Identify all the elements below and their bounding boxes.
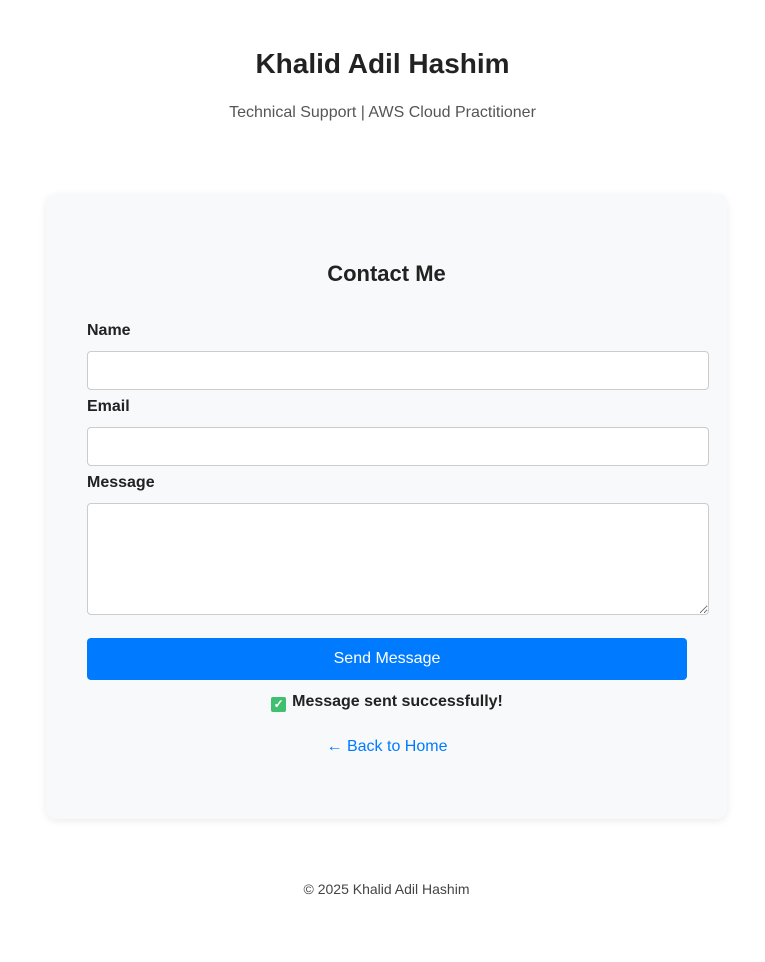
status-message: ✓ Message sent successfully! (87, 693, 687, 712)
page-title: Khalid Adil Hashim (255, 48, 510, 79)
check-mark-icon: ✓ (271, 697, 287, 712)
email-label: Email (87, 398, 130, 415)
email-input[interactable] (87, 427, 709, 466)
status-text: Message sent successfully! (292, 693, 503, 710)
name-input[interactable] (87, 351, 709, 390)
footer-copyright: © 2025 Khalid Adil Hashim (303, 881, 470, 897)
message-textarea[interactable] (87, 503, 709, 615)
message-label: Message (87, 474, 155, 491)
contact-title: Contact Me (327, 261, 446, 286)
name-label: Name (87, 322, 131, 339)
send-message-button[interactable]: Send Message (87, 638, 687, 680)
back-to-home-link[interactable]: ← Back to Home (87, 738, 687, 756)
contact-card: Contact Me Name Email Message Send Messa… (46, 194, 727, 819)
page-subtitle: Technical Support | AWS Cloud Practition… (229, 104, 536, 121)
page-header: Khalid Adil Hashim Technical Support | A… (0, 0, 765, 122)
